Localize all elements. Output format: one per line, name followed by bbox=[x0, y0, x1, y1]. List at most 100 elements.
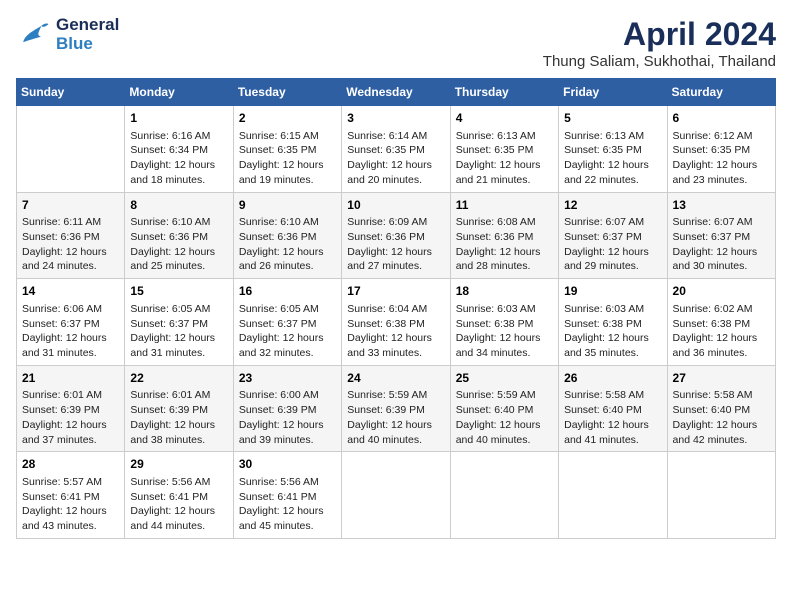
sunrise: Sunrise: 6:05 AM bbox=[130, 302, 227, 317]
sunset: Sunset: 6:35 PM bbox=[239, 143, 336, 158]
daylight: Daylight: 12 hours and 38 minutes. bbox=[130, 418, 227, 447]
day-info: Sunrise: 5:58 AM Sunset: 6:40 PM Dayligh… bbox=[673, 388, 770, 447]
calendar-cell: 3 Sunrise: 6:14 AM Sunset: 6:35 PM Dayli… bbox=[342, 106, 450, 193]
daylight: Daylight: 12 hours and 43 minutes. bbox=[22, 504, 119, 533]
calendar-cell: 29 Sunrise: 5:56 AM Sunset: 6:41 PM Dayl… bbox=[125, 452, 233, 539]
day-info: Sunrise: 6:15 AM Sunset: 6:35 PM Dayligh… bbox=[239, 129, 336, 188]
daylight: Daylight: 12 hours and 37 minutes. bbox=[22, 418, 119, 447]
sunrise: Sunrise: 6:14 AM bbox=[347, 129, 444, 144]
sunrise: Sunrise: 6:06 AM bbox=[22, 302, 119, 317]
sunrise: Sunrise: 6:13 AM bbox=[564, 129, 661, 144]
calendar-cell: 17 Sunrise: 6:04 AM Sunset: 6:38 PM Dayl… bbox=[342, 279, 450, 366]
daylight: Daylight: 12 hours and 32 minutes. bbox=[239, 331, 336, 360]
day-number: 28 bbox=[22, 456, 119, 473]
calendar-cell: 30 Sunrise: 5:56 AM Sunset: 6:41 PM Dayl… bbox=[233, 452, 341, 539]
sunrise: Sunrise: 6:16 AM bbox=[130, 129, 227, 144]
calendar-cell: 25 Sunrise: 5:59 AM Sunset: 6:40 PM Dayl… bbox=[450, 365, 558, 452]
sunrise: Sunrise: 6:03 AM bbox=[564, 302, 661, 317]
day-number: 12 bbox=[564, 197, 661, 214]
day-info: Sunrise: 6:06 AM Sunset: 6:37 PM Dayligh… bbox=[22, 302, 119, 361]
daylight: Daylight: 12 hours and 24 minutes. bbox=[22, 245, 119, 274]
logo-icon bbox=[16, 17, 52, 53]
sunset: Sunset: 6:35 PM bbox=[347, 143, 444, 158]
sunrise: Sunrise: 6:11 AM bbox=[22, 215, 119, 230]
sunrise: Sunrise: 5:57 AM bbox=[22, 475, 119, 490]
day-number: 27 bbox=[673, 370, 770, 387]
day-info: Sunrise: 6:11 AM Sunset: 6:36 PM Dayligh… bbox=[22, 215, 119, 274]
calendar-body: 1 Sunrise: 6:16 AM Sunset: 6:34 PM Dayli… bbox=[17, 106, 776, 539]
sunset: Sunset: 6:36 PM bbox=[239, 230, 336, 245]
sunrise: Sunrise: 6:07 AM bbox=[673, 215, 770, 230]
day-info: Sunrise: 5:58 AM Sunset: 6:40 PM Dayligh… bbox=[564, 388, 661, 447]
sunrise: Sunrise: 6:09 AM bbox=[347, 215, 444, 230]
day-number: 26 bbox=[564, 370, 661, 387]
day-info: Sunrise: 6:03 AM Sunset: 6:38 PM Dayligh… bbox=[564, 302, 661, 361]
day-number: 15 bbox=[130, 283, 227, 300]
day-number: 1 bbox=[130, 110, 227, 127]
day-info: Sunrise: 6:07 AM Sunset: 6:37 PM Dayligh… bbox=[673, 215, 770, 274]
daylight: Daylight: 12 hours and 36 minutes. bbox=[673, 331, 770, 360]
daylight: Daylight: 12 hours and 40 minutes. bbox=[456, 418, 553, 447]
day-info: Sunrise: 6:04 AM Sunset: 6:38 PM Dayligh… bbox=[347, 302, 444, 361]
day-info: Sunrise: 6:10 AM Sunset: 6:36 PM Dayligh… bbox=[130, 215, 227, 274]
daylight: Daylight: 12 hours and 28 minutes. bbox=[456, 245, 553, 274]
sunset: Sunset: 6:36 PM bbox=[347, 230, 444, 245]
day-info: Sunrise: 5:59 AM Sunset: 6:40 PM Dayligh… bbox=[456, 388, 553, 447]
daylight: Daylight: 12 hours and 20 minutes. bbox=[347, 158, 444, 187]
sunset: Sunset: 6:34 PM bbox=[130, 143, 227, 158]
weekday-header-sunday: Sunday bbox=[17, 79, 125, 106]
sunset: Sunset: 6:40 PM bbox=[673, 403, 770, 418]
sunrise: Sunrise: 6:05 AM bbox=[239, 302, 336, 317]
sunset: Sunset: 6:38 PM bbox=[456, 317, 553, 332]
calendar-cell bbox=[17, 106, 125, 193]
week-row-1: 1 Sunrise: 6:16 AM Sunset: 6:34 PM Dayli… bbox=[17, 106, 776, 193]
day-number: 29 bbox=[130, 456, 227, 473]
day-number: 8 bbox=[130, 197, 227, 214]
day-info: Sunrise: 6:02 AM Sunset: 6:38 PM Dayligh… bbox=[673, 302, 770, 361]
daylight: Daylight: 12 hours and 18 minutes. bbox=[130, 158, 227, 187]
day-number: 3 bbox=[347, 110, 444, 127]
calendar-table: SundayMondayTuesdayWednesdayThursdayFrid… bbox=[16, 78, 776, 539]
title-block: April 2024 Thung Saliam, Sukhothai, Thai… bbox=[543, 16, 776, 70]
calendar-cell: 4 Sunrise: 6:13 AM Sunset: 6:35 PM Dayli… bbox=[450, 106, 558, 193]
calendar-cell: 18 Sunrise: 6:03 AM Sunset: 6:38 PM Dayl… bbox=[450, 279, 558, 366]
daylight: Daylight: 12 hours and 41 minutes. bbox=[564, 418, 661, 447]
logo: General Blue bbox=[16, 16, 119, 53]
sunset: Sunset: 6:39 PM bbox=[347, 403, 444, 418]
calendar-cell: 8 Sunrise: 6:10 AM Sunset: 6:36 PM Dayli… bbox=[125, 192, 233, 279]
sunrise: Sunrise: 6:01 AM bbox=[130, 388, 227, 403]
day-info: Sunrise: 6:10 AM Sunset: 6:36 PM Dayligh… bbox=[239, 215, 336, 274]
calendar-cell bbox=[450, 452, 558, 539]
sunrise: Sunrise: 5:56 AM bbox=[239, 475, 336, 490]
sunrise: Sunrise: 6:03 AM bbox=[456, 302, 553, 317]
day-number: 4 bbox=[456, 110, 553, 127]
sunset: Sunset: 6:37 PM bbox=[130, 317, 227, 332]
sunset: Sunset: 6:36 PM bbox=[456, 230, 553, 245]
sunset: Sunset: 6:38 PM bbox=[347, 317, 444, 332]
daylight: Daylight: 12 hours and 45 minutes. bbox=[239, 504, 336, 533]
weekday-header-row: SundayMondayTuesdayWednesdayThursdayFrid… bbox=[17, 79, 776, 106]
week-row-2: 7 Sunrise: 6:11 AM Sunset: 6:36 PM Dayli… bbox=[17, 192, 776, 279]
sunset: Sunset: 6:37 PM bbox=[22, 317, 119, 332]
sunrise: Sunrise: 6:12 AM bbox=[673, 129, 770, 144]
day-number: 13 bbox=[673, 197, 770, 214]
sunset: Sunset: 6:41 PM bbox=[22, 490, 119, 505]
weekday-header-saturday: Saturday bbox=[667, 79, 775, 106]
day-info: Sunrise: 6:07 AM Sunset: 6:37 PM Dayligh… bbox=[564, 215, 661, 274]
day-info: Sunrise: 6:01 AM Sunset: 6:39 PM Dayligh… bbox=[22, 388, 119, 447]
day-number: 17 bbox=[347, 283, 444, 300]
calendar-cell bbox=[342, 452, 450, 539]
day-info: Sunrise: 6:09 AM Sunset: 6:36 PM Dayligh… bbox=[347, 215, 444, 274]
day-number: 20 bbox=[673, 283, 770, 300]
sunset: Sunset: 6:40 PM bbox=[456, 403, 553, 418]
day-number: 21 bbox=[22, 370, 119, 387]
daylight: Daylight: 12 hours and 34 minutes. bbox=[456, 331, 553, 360]
week-row-3: 14 Sunrise: 6:06 AM Sunset: 6:37 PM Dayl… bbox=[17, 279, 776, 366]
day-number: 25 bbox=[456, 370, 553, 387]
daylight: Daylight: 12 hours and 26 minutes. bbox=[239, 245, 336, 274]
day-info: Sunrise: 6:13 AM Sunset: 6:35 PM Dayligh… bbox=[456, 129, 553, 188]
sunset: Sunset: 6:35 PM bbox=[456, 143, 553, 158]
calendar-cell: 27 Sunrise: 5:58 AM Sunset: 6:40 PM Dayl… bbox=[667, 365, 775, 452]
daylight: Daylight: 12 hours and 31 minutes. bbox=[130, 331, 227, 360]
sunset: Sunset: 6:38 PM bbox=[673, 317, 770, 332]
